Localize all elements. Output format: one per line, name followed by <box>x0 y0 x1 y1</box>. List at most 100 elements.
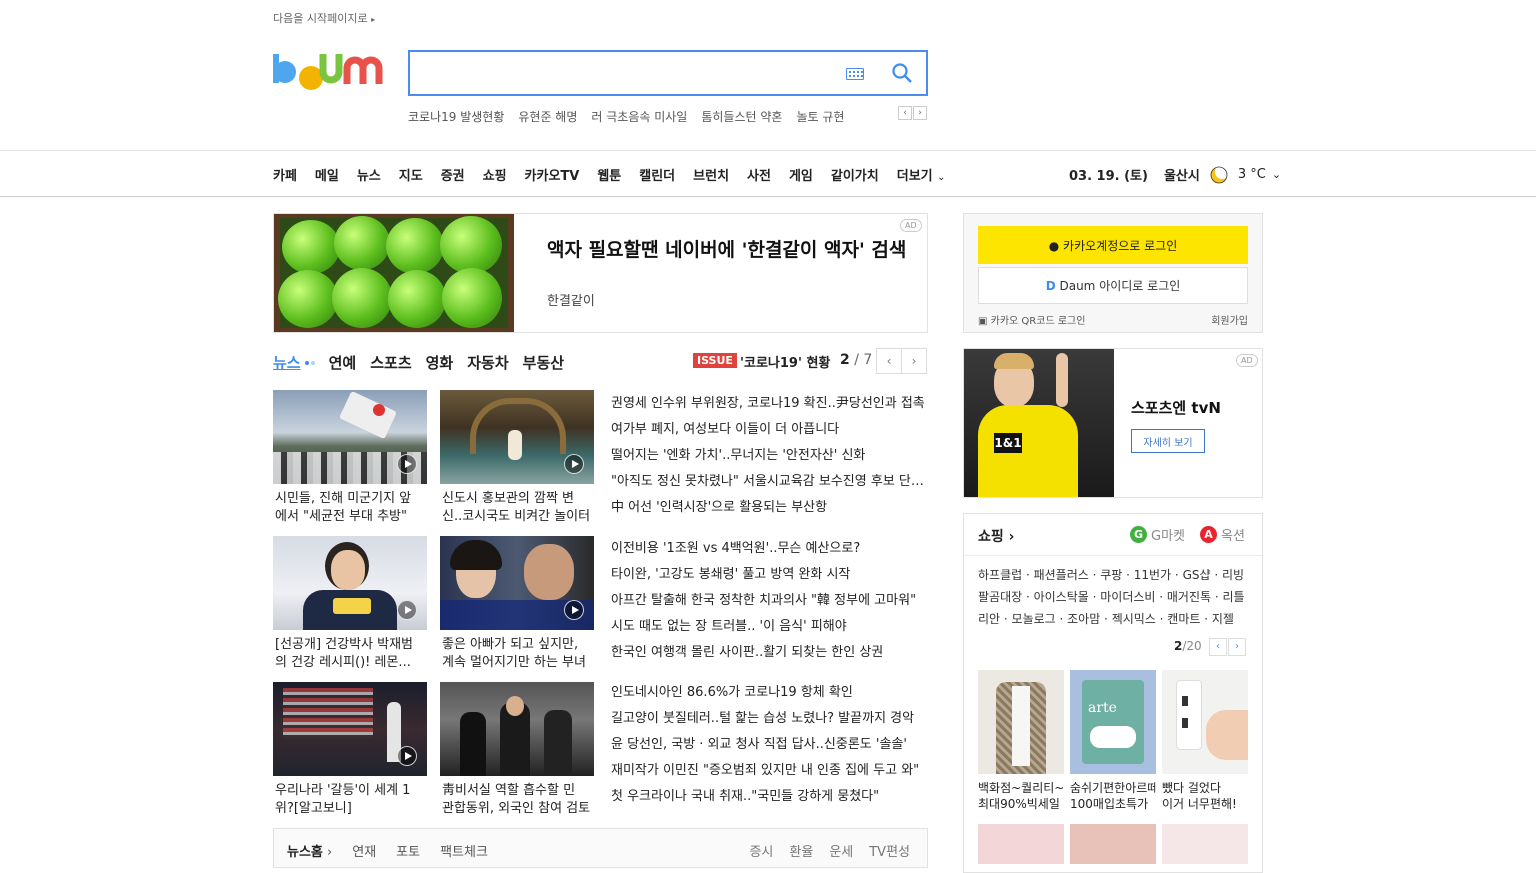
shopping-item-image[interactable] <box>978 824 1064 864</box>
nav-news[interactable]: 뉴스 <box>357 165 381 184</box>
product-label: arte <box>1088 700 1117 716</box>
news-thumbnail[interactable] <box>273 390 427 484</box>
play-icon <box>564 454 584 474</box>
shopping-item-image[interactable] <box>1162 824 1248 864</box>
headline-link[interactable]: 타이완, '고강도 봉쇄령' 풀고 방역 완화 시작 <box>611 562 929 588</box>
news-caption[interactable]: 좋은 아빠가 되고 싶지만, 계속 멀어지기만 하는 부녀 <box>440 636 594 672</box>
shopping-title-link[interactable]: 쇼핑 › <box>978 526 1014 546</box>
headline-link[interactable]: 이전비용 '1조원 vs 4백억원'..무슨 예산으로? <box>611 536 929 562</box>
tab-sports[interactable]: 스포츠 <box>370 352 411 373</box>
side-ad[interactable]: 1&1 스포츠엔 tvN 자세히 보기 AD <box>963 348 1263 498</box>
trending-keyword[interactable]: 놀토 규현 <box>796 108 844 125</box>
signup-link[interactable]: 회원가입 <box>1211 312 1248 327</box>
shopping-item[interactable]: 백화점~퀄리티~ 최대90%빅세일 <box>978 670 1064 812</box>
tab-realestate[interactable]: 부동산 <box>523 352 564 373</box>
exchange-link[interactable]: 환율 <box>789 841 813 860</box>
shopping-prev-button[interactable]: ‹ <box>1209 638 1227 656</box>
series-link[interactable]: 연재 <box>352 841 376 860</box>
issue-title[interactable]: '코로나19' 현황 <box>740 352 830 371</box>
headline-link[interactable]: 인도네시아인 86.6%가 코로나19 항체 확인 <box>611 680 929 706</box>
headline-link[interactable]: 권영세 인수위 부위원장, 코로나19 확진..尹당선인과 접촉 <box>611 391 929 417</box>
issue-next-button[interactable]: › <box>901 348 927 374</box>
global-nav: 카페 메일 뉴스 지도 증권 쇼핑 카카오TV 웹툰 캘린더 브런치 사전 게임… <box>0 150 1536 197</box>
side-ad-more-button[interactable]: 자세히 보기 <box>1131 429 1205 453</box>
shopping-item[interactable]: arte 숨쉬기편한아르떼 100매입초특가 <box>1070 670 1156 812</box>
trending-keyword[interactable]: 코로나19 발생현황 <box>408 108 504 125</box>
nav-brunch[interactable]: 브런치 <box>693 165 729 184</box>
news-home-link[interactable]: 뉴스홈 › <box>287 841 332 860</box>
gmarket-link[interactable]: G G마켓 <box>1130 525 1185 544</box>
kakao-login-button[interactable]: ● 카카오계정으로 로그인 <box>978 226 1248 264</box>
nav-shopping[interactable]: 쇼핑 <box>483 165 507 184</box>
news-thumbnail[interactable] <box>273 536 427 630</box>
shopping-next-button[interactable]: › <box>1228 638 1246 656</box>
keyboard-icon[interactable] <box>846 68 864 80</box>
shopping-mall-links[interactable]: 하프클럽 · 패션플러스 · 쿠팡 · 11번가 · GS샵 · 리빙팔곰대장 … <box>978 564 1252 630</box>
headline-link[interactable]: 여가부 폐지, 여성보다 이들이 더 아픕니다 <box>611 417 929 443</box>
tab-movie[interactable]: 영화 <box>426 352 454 373</box>
headline-link[interactable]: 한국인 여행객 몰린 사이판..활기 되찾는 한인 상권 <box>611 640 929 666</box>
qr-login-link[interactable]: ▣ 카카오 QR코드 로그인 <box>978 312 1085 327</box>
headline-link[interactable]: "아직도 정신 못차렸나" 서울시교육감 보수진영 후보 단일화 <box>611 469 929 495</box>
trending-keyword[interactable]: 유현준 해명 <box>518 108 577 125</box>
news-caption[interactable]: 우리나라 '갈등'이 세계 1 위?[알고보니] <box>273 782 427 818</box>
nav-mail[interactable]: 메일 <box>315 165 339 184</box>
search-input[interactable] <box>418 58 828 88</box>
play-icon <box>397 454 417 474</box>
headline-link[interactable]: 윤 당선인, 국방 · 외교 청사 직접 답사..신중론도 '솔솔' <box>611 732 929 758</box>
news-thumbnail[interactable] <box>440 536 594 630</box>
nav-cafe[interactable]: 카페 <box>273 165 297 184</box>
tab-entertainment[interactable]: 연예 <box>329 352 357 373</box>
photo-link[interactable]: 포토 <box>396 841 420 860</box>
city-name[interactable]: 울산시 <box>1164 165 1200 184</box>
news-caption[interactable]: [선공개] 건강박사 박재범 의 건강 레시피()! 레몬... <box>273 636 427 672</box>
nav-together[interactable]: 같이가치 <box>831 165 879 184</box>
qr-code-icon: ▣ <box>978 316 988 327</box>
news-thumbnail[interactable] <box>273 682 427 776</box>
tab-car[interactable]: 자동차 <box>467 352 508 373</box>
ad-banner[interactable]: 액자 필요할땐 네이버에 '한결같이 액자' 검색 한결같이 AD <box>273 213 928 333</box>
nav-webtoon[interactable]: 웹툰 <box>597 165 621 184</box>
shopping-item-image[interactable] <box>1070 824 1156 864</box>
shopping-item-caption: 백화점~퀄리티~ 최대90%빅세일 <box>978 781 1064 811</box>
nav-more[interactable]: 더보기 ⌄ <box>897 165 946 184</box>
nav-calendar[interactable]: 캘린더 <box>639 165 675 184</box>
nav-dictionary[interactable]: 사전 <box>747 165 771 184</box>
fortune-link[interactable]: 운세 <box>829 841 853 860</box>
search-button[interactable] <box>888 60 916 88</box>
headline-link[interactable]: 떨어지는 '엔화 가치'..무너지는 '안전자산' 신화 <box>611 443 929 469</box>
headline-link[interactable]: 재미작가 이민진 "증오범죄 있지만 내 인종 집에 두고 와" <box>611 758 929 784</box>
chevron-down-icon[interactable]: ⌄ <box>1272 168 1281 181</box>
play-icon <box>564 600 584 620</box>
tab-news[interactable]: 뉴스 <box>273 352 301 373</box>
news-caption[interactable]: 신도시 홍보관의 깜짝 변 신..코시국도 비켜간 놀이터 <box>440 490 594 526</box>
trending-prev-button[interactable]: ‹ <box>898 106 912 120</box>
shopping-item[interactable]: 뺐다 걸었다 이거 너무편해! <box>1162 670 1248 812</box>
headline-link[interactable]: 아프간 탈출해 한국 정착한 치과의사 "韓 정부에 고마워" <box>611 588 929 614</box>
nav-map[interactable]: 지도 <box>399 165 423 184</box>
headline-link[interactable]: 시도 때도 없는 장 트러블.. '이 음식' 피해야 <box>611 614 929 640</box>
stock-link[interactable]: 증시 <box>749 841 773 860</box>
daum-logo[interactable] <box>273 50 389 98</box>
trending-keyword[interactable]: 톰히들스턴 약혼 <box>701 108 782 125</box>
issue-prev-button[interactable]: ‹ <box>876 348 902 374</box>
set-start-page-link[interactable]: 다음을 시작페이지로 ▸ <box>273 10 375 26</box>
trending-next-button[interactable]: › <box>913 106 927 120</box>
auction-link[interactable]: A 옥션 <box>1200 525 1245 544</box>
nav-kakaotv[interactable]: 카카오TV <box>525 165 580 184</box>
factcheck-link[interactable]: 팩트체크 <box>440 841 488 860</box>
nav-more-label: 더보기 <box>896 169 933 184</box>
headline-list: 권영세 인수위 부위원장, 코로나19 확진..尹당선인과 접촉 여가부 폐지,… <box>611 391 929 521</box>
news-thumbnail[interactable] <box>440 390 594 484</box>
daum-login-button[interactable]: D Daum 아이디로 로그인 <box>978 267 1248 304</box>
headline-link[interactable]: 中 어선 '인력시장'으로 활용되는 부산항 <box>611 495 929 521</box>
tv-schedule-link[interactable]: TV편성 <box>869 841 910 860</box>
news-caption[interactable]: 시민들, 진해 미군기지 앞 에서 "세균전 부대 추방" <box>273 490 427 526</box>
headline-link[interactable]: 첫 우크라이나 국내 취재.."국민들 강하게 뭉쳤다" <box>611 784 929 810</box>
nav-game[interactable]: 게임 <box>789 165 813 184</box>
chevron-right-icon: › <box>1235 641 1239 652</box>
news-caption[interactable]: 靑비서실 역할 흡수할 민 관합동위, 외국인 참여 검토 <box>440 782 594 818</box>
nav-stock[interactable]: 증권 <box>441 165 465 184</box>
trending-keyword[interactable]: 러 극초음속 미사일 <box>591 108 687 125</box>
headline-link[interactable]: 길고양이 붓질테러..털 핥는 습성 노렸나? 발끝까지 경악 <box>611 706 929 732</box>
